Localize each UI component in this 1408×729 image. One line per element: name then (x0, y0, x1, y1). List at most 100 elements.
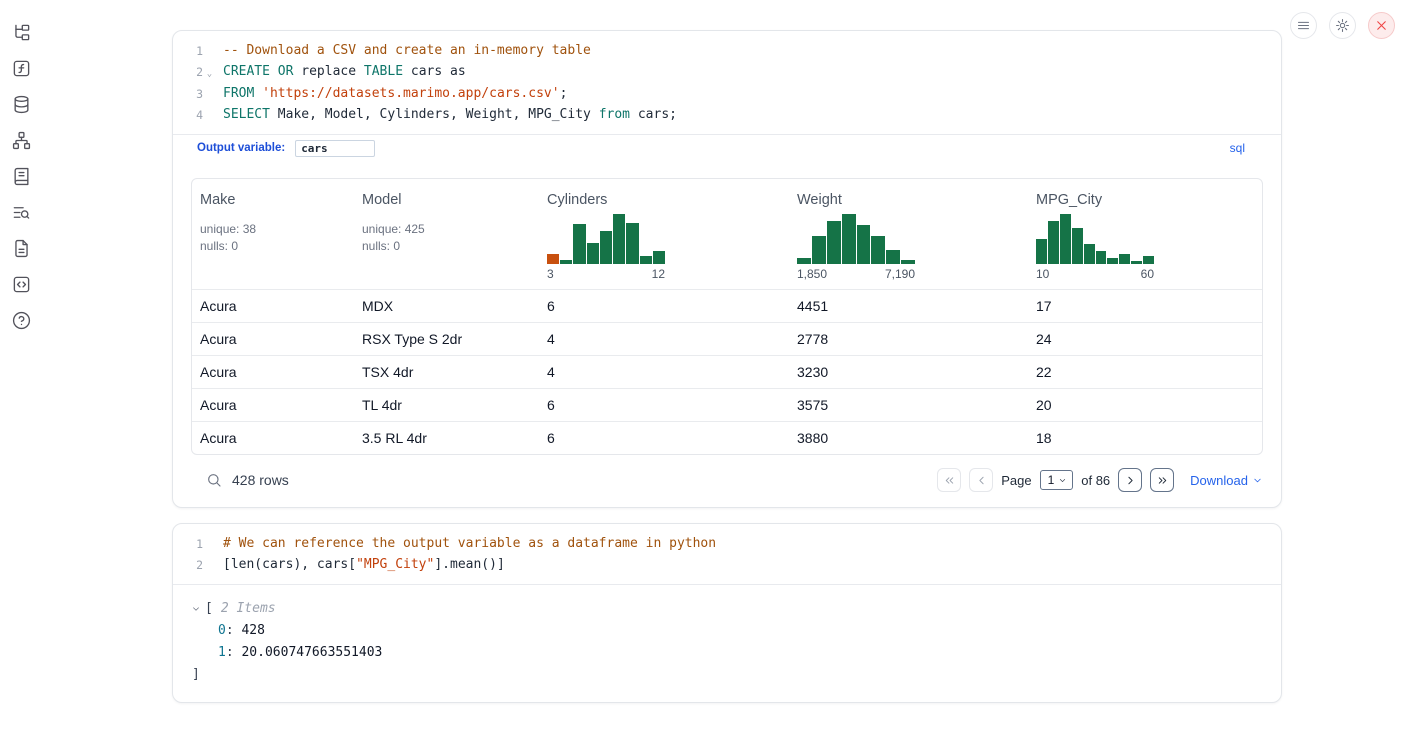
python-code-editor[interactable]: 1# We can reference the output variable … (173, 524, 1281, 584)
table-row[interactable]: AcuraTSX 4dr4323022 (192, 355, 1262, 388)
histogram-bar[interactable] (1107, 258, 1118, 264)
table-cell: 2778 (789, 331, 1028, 347)
code-line[interactable]: 2[len(cars), cars["MPG_City"].mean()] (181, 555, 1265, 576)
histogram-bar[interactable] (1048, 221, 1059, 264)
function-square-icon[interactable] (11, 58, 31, 78)
histogram-bar[interactable] (812, 236, 826, 264)
fold-gutter (203, 84, 216, 105)
tree-root-line: [ 2 Items (191, 598, 1281, 620)
code-text: FROM 'https://datasets.marimo.app/cars.c… (223, 84, 567, 105)
histogram-bar[interactable] (653, 251, 665, 264)
histogram-bar[interactable] (1143, 256, 1154, 264)
last-page-button[interactable] (1150, 468, 1174, 492)
column-header[interactable]: Makeunique: 38nulls: 0 (192, 179, 354, 289)
fold-gutter (203, 555, 216, 576)
settings-button[interactable] (1329, 12, 1356, 39)
first-page-button[interactable] (937, 468, 961, 492)
database-icon[interactable] (11, 94, 31, 114)
histogram-bar[interactable] (587, 243, 599, 264)
histogram-bar[interactable] (1119, 254, 1130, 264)
book-text-icon[interactable] (11, 166, 31, 186)
code-line[interactable]: 3FROM 'https://datasets.marimo.app/cars.… (181, 84, 1265, 105)
histogram-bar[interactable] (901, 260, 915, 264)
histogram-bar[interactable] (842, 214, 856, 264)
line-number: 2 (181, 62, 203, 85)
table-cell: Acura (192, 331, 354, 347)
list-search-icon[interactable] (11, 202, 31, 222)
python-output: [ 2 Items 0: 4281: 20.060747663551403 ] (173, 584, 1281, 702)
column-header[interactable]: MPG_City1060 (1028, 179, 1262, 289)
column-name: Model (362, 192, 531, 208)
table-cell: 22 (1028, 364, 1262, 380)
search-icon[interactable] (206, 472, 222, 488)
table-cell: 24 (1028, 331, 1262, 347)
code-line[interactable]: 2⌄ CREATE OR replace TABLE cars as (181, 62, 1265, 85)
histogram-bar[interactable] (871, 236, 885, 264)
table-cell: RSX Type S 2dr (354, 331, 539, 347)
chevrons-right-icon (1156, 474, 1169, 487)
column-histogram: 1,8507,190 (797, 212, 915, 281)
histogram-bar[interactable] (547, 254, 559, 264)
code-text: SELECT Make, Model, Cylinders, Weight, M… (223, 105, 677, 126)
tree-entry-value: 20.060747663551403 (241, 645, 382, 660)
code-line[interactable]: 1-- Download a CSV and create an in-memo… (181, 41, 1265, 62)
page-total-label: of 86 (1081, 473, 1110, 488)
table-row[interactable]: AcuraTL 4dr6357520 (192, 388, 1262, 421)
histogram-bar[interactable] (1131, 261, 1142, 264)
file-text-icon[interactable] (11, 238, 31, 258)
fold-gutter (203, 105, 216, 126)
table-row[interactable]: AcuraRSX Type S 2dr4277824 (192, 322, 1262, 355)
table-header-row: Makeunique: 38nulls: 0 Model unique: 425nu… (192, 179, 1262, 289)
page-select[interactable]: 1 (1040, 470, 1074, 490)
shutdown-button[interactable] (1368, 12, 1395, 39)
file-tree-icon[interactable] (11, 22, 31, 42)
histogram-bar[interactable] (886, 250, 900, 264)
table-row[interactable]: AcuraMDX6445117 (192, 289, 1262, 322)
code-line[interactable]: 1# We can reference the output variable … (181, 534, 1265, 555)
chevron-right-icon (1124, 474, 1137, 487)
histogram-bar[interactable] (560, 260, 572, 264)
table-cell: 18 (1028, 430, 1262, 446)
histogram-bar[interactable] (1036, 239, 1047, 264)
histogram-bar[interactable] (797, 258, 811, 264)
fold-gutter (203, 534, 216, 555)
histogram-bar[interactable] (827, 221, 841, 264)
histogram-bar[interactable] (1084, 244, 1095, 264)
histogram-bar[interactable] (1060, 214, 1071, 264)
gear-icon (1335, 18, 1350, 33)
histogram-bar[interactable] (1096, 251, 1107, 264)
help-circle-icon[interactable] (11, 310, 31, 330)
code-square-icon[interactable] (11, 274, 31, 294)
menu-button[interactable] (1290, 12, 1317, 39)
table-row[interactable]: Acura3.5 RL 4dr6388018 (192, 421, 1262, 454)
output-variable-input[interactable] (295, 140, 375, 157)
download-button[interactable]: Download (1190, 473, 1263, 488)
row-count: 428 rows (232, 472, 289, 488)
next-page-button[interactable] (1118, 468, 1142, 492)
code-text: CREATE OR replace TABLE cars as (223, 62, 466, 85)
prev-page-button[interactable] (969, 468, 993, 492)
close-bracket: ] (192, 664, 200, 686)
histogram-bar[interactable] (626, 223, 638, 264)
histogram-bar[interactable] (613, 214, 625, 264)
collapse-icon[interactable] (191, 604, 201, 614)
histogram-bar[interactable] (573, 224, 585, 264)
sql-code-editor[interactable]: 1-- Download a CSV and create an in-memo… (173, 31, 1281, 134)
dependency-graph-icon[interactable] (11, 130, 31, 150)
fold-icon[interactable]: ⌄ (203, 62, 216, 85)
histogram-bar[interactable] (1072, 228, 1083, 264)
column-histogram: 1060 (1036, 212, 1154, 281)
column-header[interactable]: Weight1,8507,190 (789, 179, 1028, 289)
histogram-bar[interactable] (857, 225, 871, 264)
column-header[interactable]: Cylinders312 (539, 179, 789, 289)
language-badge[interactable]: sql (1230, 141, 1245, 155)
table-cell: Acura (192, 397, 354, 413)
histogram-bar[interactable] (640, 256, 652, 264)
table-cell: 3230 (789, 364, 1028, 380)
column-stats: unique: 425nulls: 0 (362, 221, 531, 255)
histogram-bar[interactable] (600, 231, 612, 264)
column-histogram: 312 (547, 212, 665, 281)
column-header[interactable]: Model unique: 425nulls: 0 (354, 179, 539, 289)
code-line[interactable]: 4SELECT Make, Model, Cylinders, Weight, … (181, 105, 1265, 126)
table-footer: 428 rows Page 1 of 86 (173, 455, 1281, 507)
